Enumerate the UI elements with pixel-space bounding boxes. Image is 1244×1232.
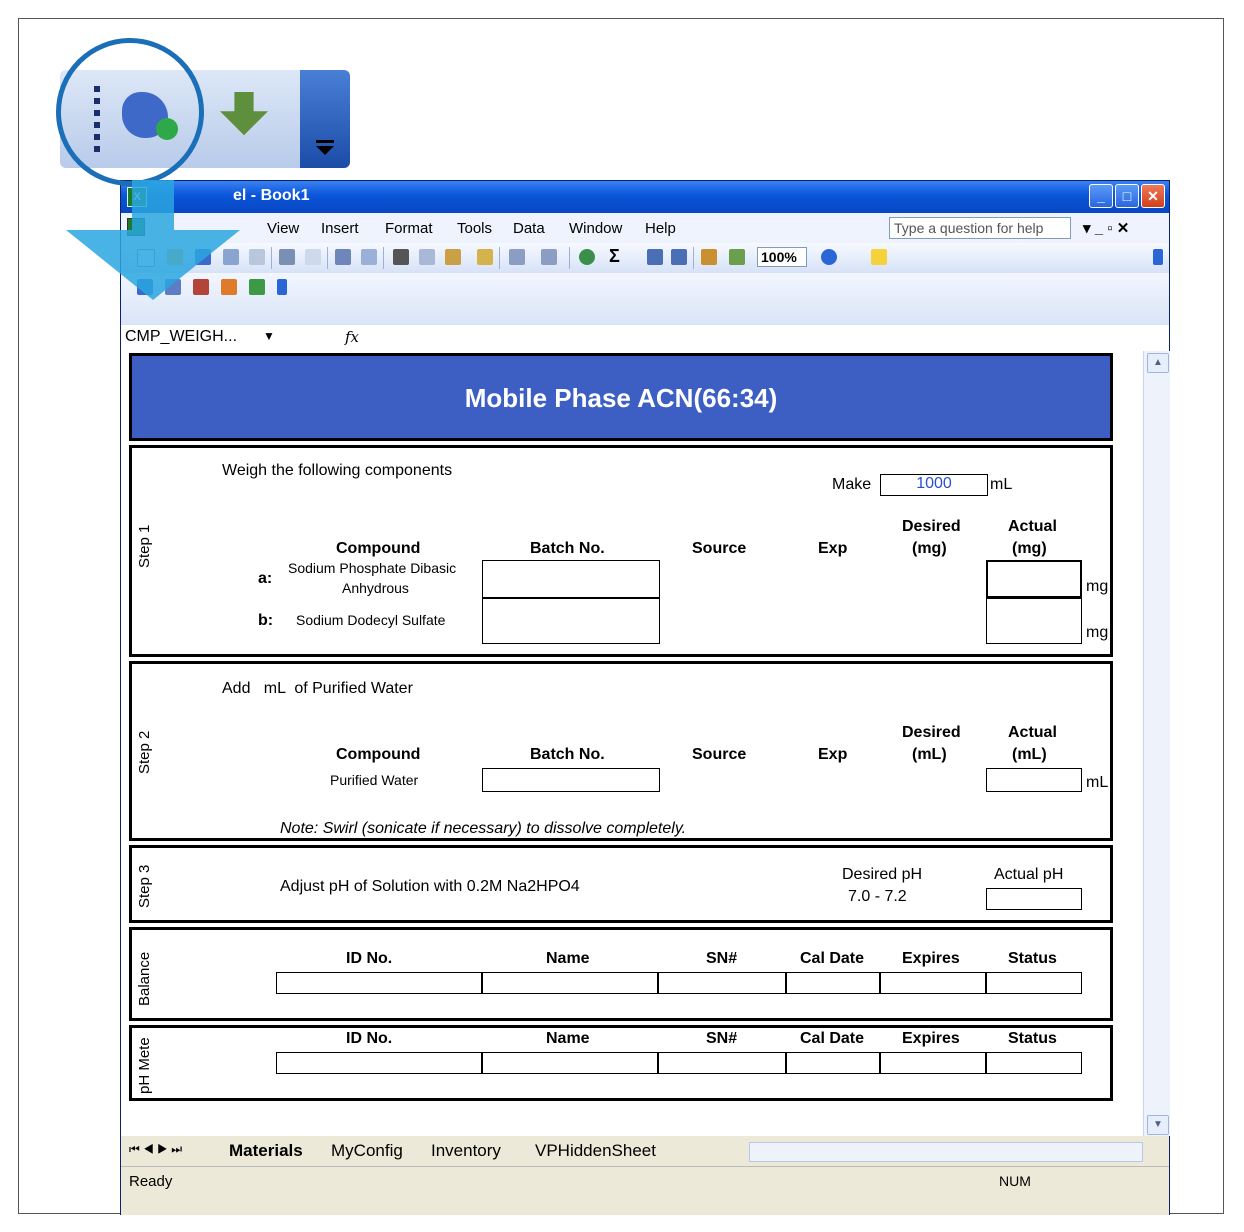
callout-arrow: [66, 180, 240, 300]
arrow-shape: [66, 180, 240, 300]
